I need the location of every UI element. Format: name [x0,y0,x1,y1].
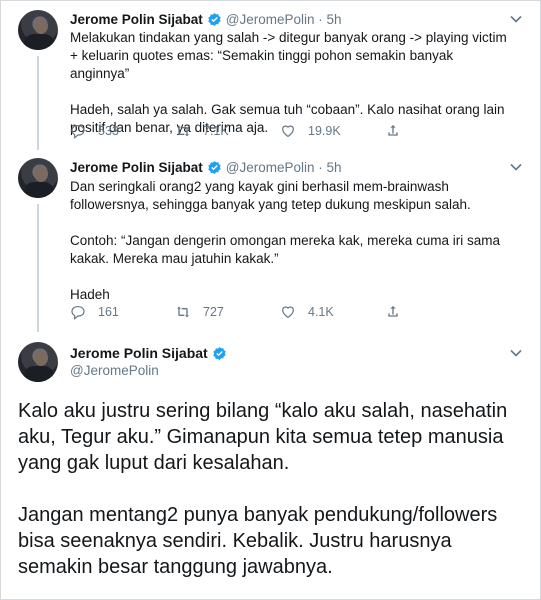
reply-count: 533 [98,124,119,138]
handle-and-time[interactable]: @JeromePolin · 5h [226,160,342,175]
share-icon [388,306,398,317]
share-icon [388,125,398,136]
avatar[interactable] [18,158,58,198]
thread-connector-line [37,204,39,332]
like-count: 19.9K [308,124,341,138]
tweet-header: Jerome Polin Sijabat @JeromePolin · 5h [70,158,342,176]
author-name[interactable]: Jerome Polin Sijabat [70,345,208,361]
retweet-button[interactable]: 7.1K [175,123,280,139]
chevron-down-icon[interactable] [509,160,523,174]
avatar[interactable] [18,342,58,382]
thread-tweet-1[interactable]: Jerome Polin Sijabat @JeromePolin · 5h M… [0,0,541,150]
like-button[interactable]: 19.9K [280,123,385,139]
reply-button[interactable]: 533 [70,123,175,139]
chevron-down-icon[interactable] [509,12,523,26]
tweet-text: Melakukan tindakan yang salah -> ditegur… [70,30,507,135]
reply-count: 161 [98,305,119,319]
retweet-icon [177,306,189,318]
verified-badge-icon [213,346,226,360]
like-icon [282,306,294,319]
author-handle[interactable]: @JeromePolin [70,363,159,378]
retweet-icon [177,125,189,137]
tweet-text: Dan seringkali orang2 yang kayak gini be… [70,179,500,302]
main-tweet[interactable]: Jerome Polin Sijabat @JeromePolin Kalo a… [0,332,541,598]
reply-button[interactable]: 161 [70,304,175,320]
retweet-button[interactable]: 727 [175,304,280,320]
handle-and-time[interactable]: @JeromePolin · 5h [226,12,342,27]
tweet-header: Jerome Polin Sijabat @JeromePolin · 5h [70,10,342,28]
retweet-count: 727 [203,305,224,319]
like-count: 4.1K [308,305,334,319]
tweet-actions: 533 7.1K 19.9K [70,122,490,140]
verified-badge-icon [208,160,221,174]
reply-icon [71,306,85,320]
share-button[interactable] [385,304,490,320]
reply-icon [71,125,85,139]
author-name[interactable]: Jerome Polin Sijabat [70,160,203,175]
retweet-count: 7.1K [203,124,229,138]
thread-connector-line [37,56,39,150]
tweet-text: Kalo aku justru sering bilang “kalo aku … [18,400,508,578]
tweet-header: Jerome Polin Sijabat [70,344,231,362]
author-name[interactable]: Jerome Polin Sijabat [70,12,203,27]
like-button[interactable]: 4.1K [280,304,385,320]
verified-badge-icon [208,12,221,26]
chevron-down-icon[interactable] [509,346,523,360]
thread-tweet-2[interactable]: Jerome Polin Sijabat @JeromePolin · 5h D… [0,150,541,332]
avatar[interactable] [18,10,58,50]
like-icon [282,125,294,138]
tweet-actions: 161 727 4.1K [70,303,490,321]
share-button[interactable] [385,123,490,139]
